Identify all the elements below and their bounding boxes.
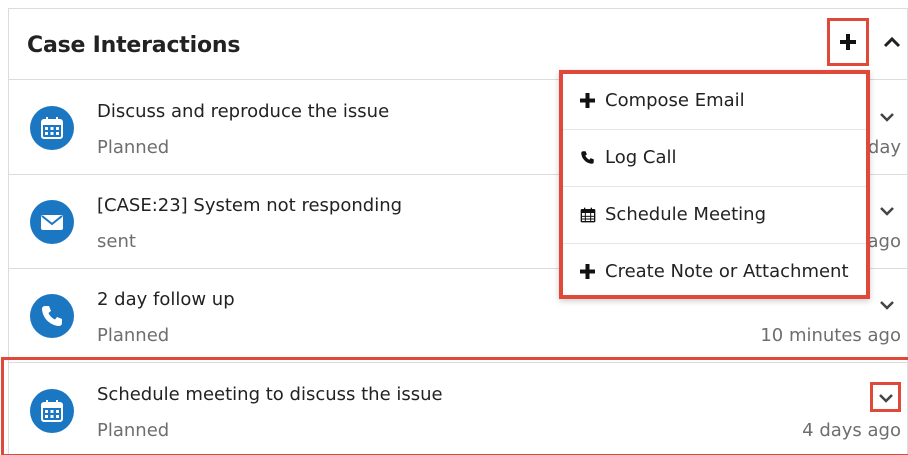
plus-icon: [580, 264, 595, 279]
interaction-time: day: [867, 137, 901, 158]
menu-item-log-call[interactable]: Log Call: [563, 131, 866, 187]
phone-icon: [30, 294, 74, 338]
menu-item-label: Log Call: [605, 147, 677, 168]
row-actions-toggle[interactable]: [870, 382, 901, 412]
calendar-icon: [580, 207, 596, 223]
menu-item-label: Create Note or Attachment: [605, 261, 849, 282]
interaction-subject[interactable]: [CASE:23] System not responding: [97, 195, 402, 216]
interaction-subject[interactable]: 2 day follow up: [97, 289, 235, 310]
interaction-time: 4 days ago: [802, 420, 901, 441]
chevron-down-icon[interactable]: [878, 392, 894, 404]
interaction-status: Planned: [97, 137, 170, 158]
menu-item-schedule-meeting[interactable]: Schedule Meeting: [563, 188, 866, 244]
menu-item-label: Schedule Meeting: [605, 204, 767, 225]
interaction-subject[interactable]: Discuss and reproduce the issue: [97, 101, 389, 122]
interaction-time: ago: [867, 231, 901, 252]
menu-item-create-note[interactable]: Create Note or Attachment: [563, 245, 866, 301]
interaction-status: Planned: [97, 325, 170, 346]
add-interaction-button[interactable]: [827, 18, 869, 66]
add-interaction-menu: Compose Email Log Call Schedule Meeting …: [559, 70, 870, 299]
dashlet-title: Case Interactions: [27, 33, 241, 58]
chevron-down-icon[interactable]: [879, 111, 895, 123]
phone-icon: [581, 151, 594, 164]
plus-icon: [840, 34, 856, 50]
calendar-icon: [30, 106, 74, 150]
envelope-icon: [30, 200, 74, 244]
interaction-status: sent: [97, 231, 136, 252]
chevron-down-icon[interactable]: [879, 299, 895, 311]
plus-icon: [580, 93, 595, 108]
calendar-icon: [30, 389, 74, 433]
interaction-status: Planned: [97, 420, 170, 441]
chevron-down-icon[interactable]: [879, 205, 895, 217]
menu-item-compose-email[interactable]: Compose Email: [563, 74, 866, 130]
interaction-time: 10 minutes ago: [760, 325, 901, 346]
chevron-up-icon[interactable]: [883, 36, 901, 48]
menu-item-label: Compose Email: [605, 90, 745, 111]
interaction-subject[interactable]: Schedule meeting to discuss the issue: [97, 384, 443, 405]
interaction-row[interactable]: Schedule meeting to discuss the issue Pl…: [1, 357, 908, 455]
